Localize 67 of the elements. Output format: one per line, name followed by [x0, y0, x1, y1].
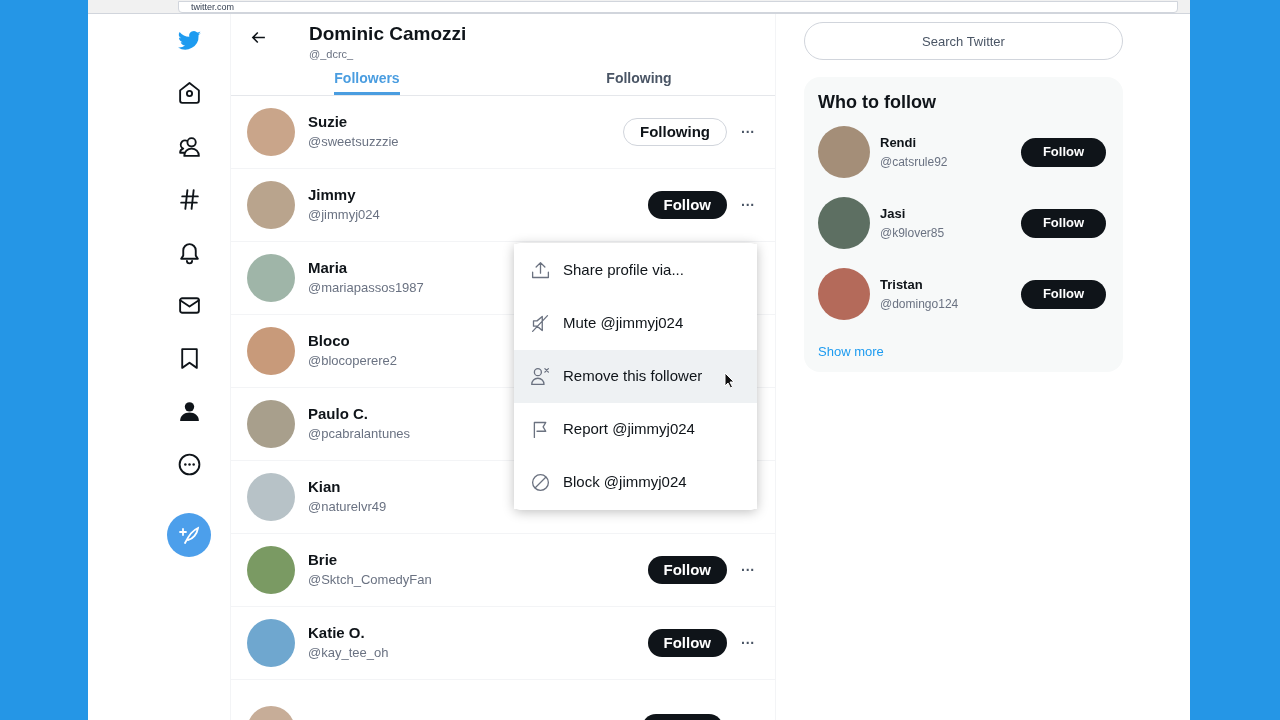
- follow-button[interactable]: Follow: [647, 191, 727, 219]
- avatar-photo-placeholder: [247, 181, 295, 229]
- follow-button[interactable]: Follow: [1021, 137, 1106, 167]
- user-name: Katie O.: [308, 623, 365, 644]
- user-name: Jasi: [880, 205, 906, 224]
- menu-item[interactable]: Remove this follower: [514, 350, 757, 403]
- compose-button[interactable]: [167, 513, 211, 557]
- avatar-photo-placeholder: [818, 268, 870, 320]
- user-name: Jimmy: [308, 185, 356, 206]
- avatar-photo-placeholder: [247, 327, 295, 375]
- profile-name: Dominic Camozzi: [309, 22, 467, 46]
- user-handle: @pcabralantunes: [308, 425, 411, 444]
- user-handle: @naturelvr49: [308, 498, 387, 517]
- birdhouse-icon[interactable]: [176, 81, 202, 106]
- remove-person-icon: [530, 366, 551, 387]
- avatar-photo-placeholder: [247, 473, 295, 521]
- user-handle: @domingo124: [880, 295, 959, 313]
- profile-handle: @_dcrc_: [309, 47, 355, 62]
- bird-logo-icon[interactable]: [176, 28, 202, 53]
- address-text: twitter.com: [191, 2, 234, 12]
- menu-item[interactable]: Share profile via...: [514, 244, 757, 297]
- menu-item[interactable]: Mute @jimmyj024: [514, 297, 757, 350]
- back-arrow-icon[interactable]: [250, 29, 267, 46]
- avatar-photo-placeholder: [247, 254, 295, 302]
- search-field[interactable]: Search Twitter: [804, 22, 1123, 60]
- avatar-photo-placeholder: [247, 619, 295, 667]
- more-options-button[interactable]: ···: [741, 559, 755, 581]
- follow-button[interactable]: Follow: [647, 629, 727, 657]
- user-name: Bloco: [308, 331, 350, 352]
- tab[interactable]: Following: [606, 65, 672, 95]
- address-bar[interactable]: twitter.com: [178, 1, 1178, 13]
- avatar-photo-placeholder: [818, 126, 870, 178]
- follow-button[interactable]: Follow: [1021, 279, 1106, 309]
- more-options-button[interactable]: ···: [741, 632, 755, 654]
- menu-item[interactable]: Report @jimmyj024: [514, 403, 757, 456]
- user-name: Tristan: [880, 276, 923, 295]
- user-name: Brie: [308, 550, 338, 571]
- user-handle: @mariapassos1987: [308, 279, 424, 298]
- avatar-photo-placeholder: [247, 108, 295, 156]
- avatar-photo-placeholder: [247, 400, 295, 448]
- follow-button[interactable]: Follow: [1021, 208, 1106, 238]
- user-name: Suzie: [308, 112, 348, 133]
- user-handle: @sweetsuzzzie: [308, 133, 399, 152]
- more-options-button[interactable]: ···: [741, 194, 755, 216]
- share-icon: [530, 260, 551, 281]
- user-name: Kian: [308, 477, 341, 498]
- follow-button[interactable]: Follow: [647, 556, 727, 584]
- mouse-cursor-icon: [724, 372, 735, 389]
- avatar-photo-placeholder: [247, 546, 295, 594]
- people-icon[interactable]: [176, 134, 202, 159]
- user-handle: @catsrule92: [880, 153, 948, 171]
- card-title: Who to follow: [818, 91, 937, 114]
- user-name: Paulo C.: [308, 404, 368, 425]
- avatar-photo-placeholder: [818, 197, 870, 249]
- user-handle: @Sktch_ComedyFan: [308, 571, 432, 590]
- user-name: Maria: [308, 258, 348, 279]
- more-circle-icon[interactable]: [176, 452, 202, 477]
- more-options-button[interactable]: ···: [741, 121, 755, 143]
- muted-speaker-icon: [530, 313, 551, 334]
- user-handle: @k9lover85: [880, 224, 945, 242]
- menu-item[interactable]: Block @jimmyj024: [514, 456, 757, 509]
- user-handle: @blocoperere2: [308, 352, 398, 371]
- user-name: Rendi: [880, 134, 917, 153]
- following-button[interactable]: Following: [623, 118, 727, 146]
- user-handle: @kay_tee_oh: [308, 644, 389, 663]
- user-handle: @jimmyj024: [308, 206, 380, 225]
- block-icon: [530, 472, 551, 493]
